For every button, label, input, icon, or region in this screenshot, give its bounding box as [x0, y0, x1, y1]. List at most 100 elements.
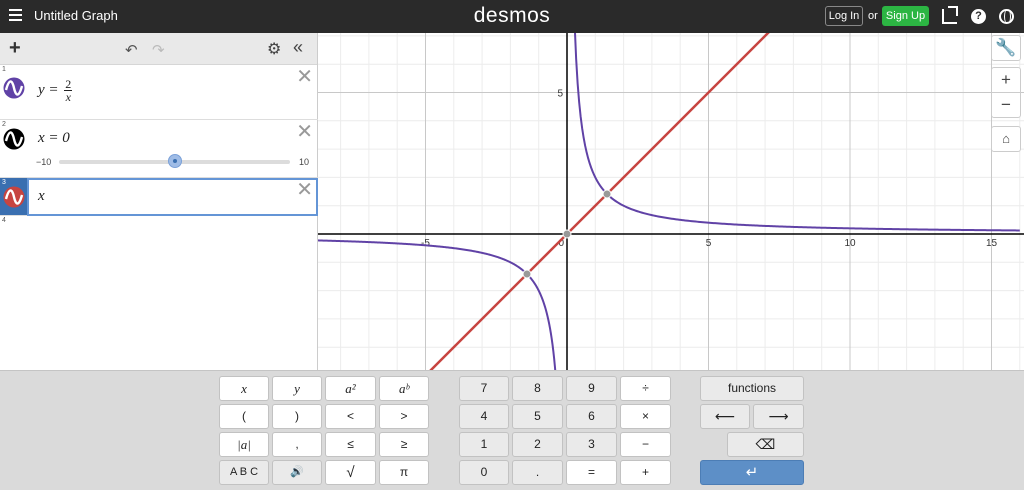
redo-icon[interactable]: ↷ — [152, 41, 165, 59]
zoom-out-button[interactable]: − — [991, 92, 1021, 118]
active-expression-input[interactable] — [27, 178, 318, 216]
key-5[interactable]: 5 — [512, 404, 563, 429]
expression-row-2[interactable]: 2 x = 0 ✕ −10 10 — [0, 120, 318, 178]
backspace-icon[interactable]: ⌫ — [727, 432, 804, 457]
row-number: 1 — [2, 66, 6, 73]
key-8[interactable]: 8 — [512, 376, 563, 401]
key-audio-icon[interactable]: 🔊 — [272, 460, 322, 485]
login-button[interactable]: Log In — [825, 6, 863, 26]
arrow-left-icon[interactable]: ⟵ — [700, 404, 750, 429]
expression-formula[interactable]: x — [38, 188, 45, 205]
key-less-than[interactable]: < — [325, 404, 376, 429]
delete-expression-icon[interactable]: ✕ — [296, 122, 313, 142]
key-comma[interactable]: , — [272, 432, 322, 457]
key-greater-equal[interactable]: ≥ — [379, 432, 429, 457]
major-grid — [318, 33, 1024, 370]
functions-button[interactable]: functions — [700, 376, 804, 401]
tick-labels: -551015105-50 — [421, 89, 998, 250]
key-greater-than[interactable]: > — [379, 404, 429, 429]
key-minus[interactable]: − — [620, 432, 671, 457]
expression-row-4[interactable]: 4 — [0, 216, 318, 224]
minor-grid — [318, 33, 1024, 370]
key-0[interactable]: 0 — [459, 460, 509, 485]
expression-panel: + ↶ ↷ ⚙ « 1 y = 2 x ✕ 2 x = 0 ✕ −10 10 3… — [0, 33, 318, 403]
graph-svg[interactable]: -551015105-50 — [318, 33, 1024, 370]
fraction: 2 x — [64, 78, 73, 104]
key-6[interactable]: 6 — [566, 404, 617, 429]
zoom-in-button[interactable]: + — [991, 67, 1021, 93]
enter-icon[interactable]: ↵ — [700, 460, 804, 485]
row-gutter: 2 — [0, 120, 27, 177]
undo-icon[interactable]: ↶ — [125, 41, 138, 59]
graph-title[interactable]: Untitled Graph — [34, 8, 118, 23]
graph-settings-wrench-icon[interactable]: 🔧 — [991, 35, 1021, 61]
key-2[interactable]: 2 — [512, 432, 563, 457]
key-less-equal[interactable]: ≤ — [325, 432, 376, 457]
row-number: 2 — [2, 121, 6, 128]
delete-expression-icon[interactable]: ✕ — [296, 67, 313, 87]
share-icon[interactable] — [942, 6, 958, 24]
help-icon[interactable]: ? — [971, 9, 986, 24]
key-multiply[interactable]: × — [620, 404, 671, 429]
curve-toggle-icon[interactable] — [3, 128, 25, 150]
tick-label: 15 — [986, 238, 998, 249]
collapse-panel-icon[interactable]: « — [293, 37, 303, 58]
slider-thumb[interactable] — [167, 154, 182, 168]
key-a-power-b[interactable]: aᵇ — [379, 376, 429, 401]
key-7[interactable]: 7 — [459, 376, 509, 401]
expression-formula[interactable]: y = 2 x — [38, 78, 73, 104]
key-9[interactable]: 9 — [566, 376, 617, 401]
hyperbola-branch-positive[interactable] — [572, 33, 1020, 232]
slider-min-label[interactable]: −10 — [36, 157, 51, 167]
expression-row-1[interactable]: 1 y = 2 x ✕ — [0, 65, 318, 120]
key-divide[interactable]: ÷ — [620, 376, 671, 401]
menu-icon[interactable] — [9, 9, 23, 23]
key-absolute-value[interactable]: |a| — [219, 432, 269, 457]
add-expression-icon[interactable]: + — [9, 38, 21, 58]
slider-max-label[interactable]: 10 — [299, 157, 309, 167]
line-y-equals-x[interactable] — [318, 33, 907, 370]
key-3[interactable]: 3 — [566, 432, 617, 457]
tick-label: 5 — [706, 238, 712, 249]
key-plus[interactable]: + — [620, 460, 671, 485]
curve-toggle-icon[interactable] — [3, 77, 25, 99]
key-sqrt[interactable]: √ — [325, 460, 376, 485]
delete-expression-icon[interactable]: ✕ — [296, 180, 313, 200]
curve-toggle-icon[interactable] — [3, 186, 25, 208]
tick-label: 5 — [557, 89, 563, 100]
key-x[interactable]: x — [219, 376, 269, 401]
key-decimal[interactable]: . — [512, 460, 563, 485]
expression-row-3[interactable]: 3 x ✕ — [0, 178, 318, 216]
top-bar: Untitled Graph desmos Log In or Sign Up … — [0, 0, 1024, 33]
or-label: or — [868, 10, 878, 22]
key-4[interactable]: 4 — [459, 404, 509, 429]
fraction-denominator: x — [65, 90, 71, 104]
key-close-paren[interactable]: ) — [272, 404, 322, 429]
key-a-squared[interactable]: a² — [325, 376, 376, 401]
signup-button[interactable]: Sign Up — [882, 6, 929, 26]
row-number: 3 — [2, 179, 6, 186]
key-abc[interactable]: A B C — [219, 460, 269, 485]
key-open-paren[interactable]: ( — [219, 404, 269, 429]
home-view-icon[interactable]: ⌂ — [991, 126, 1021, 152]
tick-label: 10 — [844, 238, 856, 249]
key-pi[interactable]: π — [379, 460, 429, 485]
arrow-right-icon[interactable]: ⟶ — [753, 404, 804, 429]
language-globe-icon[interactable] — [999, 9, 1014, 24]
key-1[interactable]: 1 — [459, 432, 509, 457]
hyperbola-branch-negative[interactable] — [318, 239, 560, 370]
origin-point[interactable] — [562, 229, 572, 239]
graph-canvas[interactable]: -551015105-50 — [318, 33, 1024, 370]
formula-lhs: y = — [38, 81, 59, 98]
expression-formula[interactable]: x = 0 — [38, 130, 70, 147]
settings-gear-icon[interactable]: ⚙ — [267, 39, 281, 59]
key-equals[interactable]: = — [566, 460, 617, 485]
intersection-point[interactable] — [602, 189, 612, 199]
math-keypad: x y a² aᵇ ( ) < > |a| , ≤ ≥ A B C 🔊 √ π … — [0, 370, 1024, 490]
row-gutter: 3 — [0, 178, 27, 215]
key-y[interactable]: y — [272, 376, 322, 401]
intersection-point[interactable] — [522, 269, 532, 279]
tick-label: -5 — [421, 238, 430, 249]
row-number: 4 — [2, 217, 6, 224]
row-gutter: 1 — [0, 65, 27, 119]
